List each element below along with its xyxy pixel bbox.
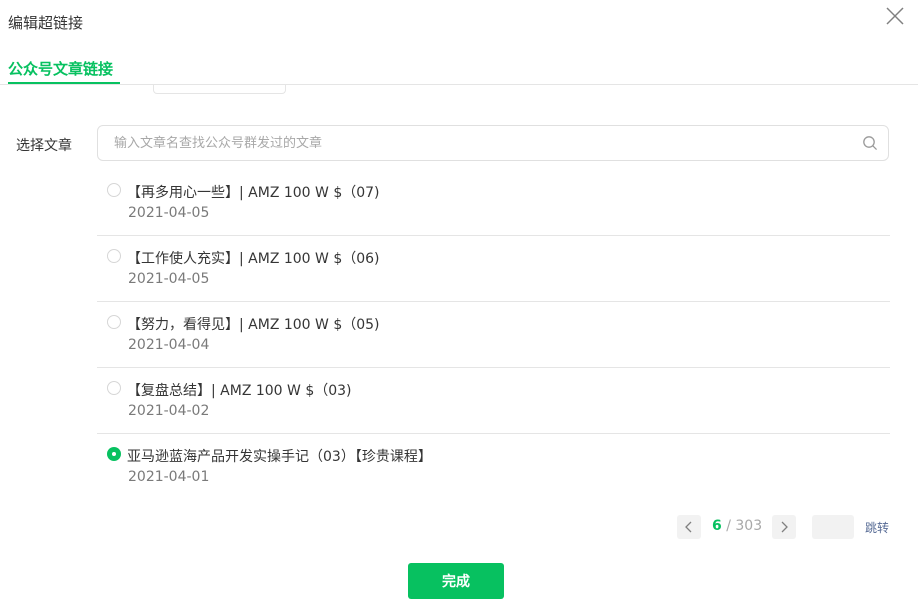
page-separator: / [726,518,731,534]
radio-button[interactable] [107,183,121,197]
radio-button-selected[interactable] [107,447,121,461]
next-page-button[interactable] [772,515,796,539]
search-icon[interactable] [861,134,879,152]
chevron-left-icon [685,521,692,533]
article-item[interactable]: 【复盘总结】| AMZ 100 W $（03) 2021-04-02 [97,368,890,434]
done-button[interactable]: 完成 [408,563,504,599]
article-title: 【工作使人充实】| AMZ 100 W $（06) [127,251,380,267]
article-date: 2021-04-05 [128,271,210,287]
article-date: 2021-04-01 [128,469,210,485]
current-page: 6 [712,518,722,534]
radio-button[interactable] [107,249,121,263]
article-item[interactable]: 亚马逊蓝海产品开发实操手记（03）【珍贵课程】 2021-04-01 [97,434,890,499]
tab-bar-divider [0,84,918,85]
search-input[interactable] [114,126,844,160]
article-date: 2021-04-04 [128,337,210,353]
tab-article-link[interactable]: 公众号文章链接 [8,58,113,79]
article-date: 2021-04-02 [128,403,210,419]
search-box [97,125,889,161]
radio-button[interactable] [107,315,121,329]
select-article-label: 选择文章 [16,138,72,154]
radio-button[interactable] [107,381,121,395]
article-list: 【再多用心一些】| AMZ 100 W $（07) 2021-04-05 【工作… [97,170,890,499]
page-indicator: 6 / 303 [712,518,762,534]
article-title: 【复盘总结】| AMZ 100 W $（03) [127,383,352,399]
dialog-title: 编辑超链接 [8,14,84,32]
jump-button[interactable]: 跳转 [865,519,889,536]
article-item[interactable]: 【努力，看得见】| AMZ 100 W $（05) 2021-04-04 [97,302,890,368]
article-item[interactable]: 【再多用心一些】| AMZ 100 W $（07) 2021-04-05 [97,170,890,236]
chevron-right-icon [781,521,788,533]
article-item[interactable]: 【工作使人充实】| AMZ 100 W $（06) 2021-04-05 [97,236,890,302]
article-date: 2021-04-05 [128,205,210,221]
total-pages: 303 [735,518,763,534]
article-title: 亚马逊蓝海产品开发实操手记（03）【珍贵课程】 [127,449,432,465]
page-jump-input[interactable] [812,515,854,539]
article-title: 【再多用心一些】| AMZ 100 W $（07) [127,185,380,201]
close-icon[interactable] [883,4,907,28]
prev-page-button[interactable] [677,515,701,539]
article-title: 【努力，看得见】| AMZ 100 W $（05) [127,317,380,333]
hidden-tab-edge [153,85,286,94]
